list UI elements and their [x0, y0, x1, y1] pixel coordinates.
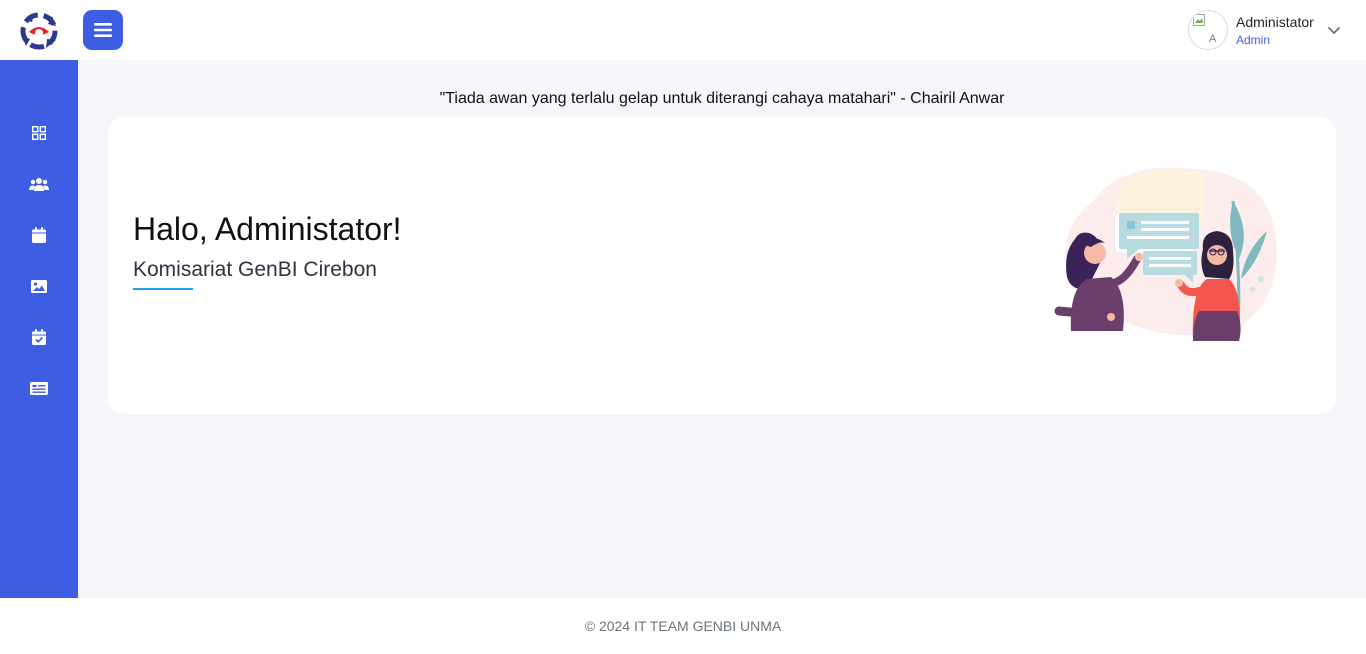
avatar[interactable]: A [1188, 10, 1228, 50]
user-role: Admin [1236, 32, 1271, 47]
genbi-logo-icon[interactable] [16, 8, 62, 54]
sidebar [0, 60, 78, 598]
footer-copyright: © 2024 IT TEAM GENBI UNMA [584, 618, 782, 634]
title-underline [133, 288, 193, 290]
sidebar-item-members[interactable] [29, 174, 49, 194]
avatar-alt-text: A [1209, 33, 1217, 45]
sidebar-item-news[interactable] [29, 378, 49, 398]
greeting-heading: Halo, Administator! [133, 211, 402, 247]
footer: © 2024 IT TEAM GENBI UNMA [0, 598, 1366, 654]
dashboard-grid-icon [32, 126, 46, 140]
organization-subtitle: Komisariat GenBI Cirebon [133, 258, 377, 281]
conversation-illustration [1054, 167, 1277, 341]
sidebar-item-gallery[interactable] [29, 276, 49, 296]
sidebar-item-calendar[interactable] [29, 225, 49, 245]
sidebar-item-events[interactable] [29, 327, 49, 347]
top-header: A Administator Admin [0, 0, 1366, 60]
menu-toggle-button[interactable] [83, 10, 123, 50]
image-icon [31, 279, 47, 293]
welcome-card: Halo, Administator! Komisariat GenBI Cir… [108, 117, 1336, 414]
users-icon [29, 178, 49, 191]
news-card-icon [30, 381, 48, 395]
hamburger-icon [94, 23, 112, 37]
broken-image-icon [1193, 14, 1205, 26]
quote-text: "Tiada awan yang terlalu gelap untuk dit… [439, 90, 1005, 107]
chevron-down-icon[interactable] [1327, 27, 1340, 35]
calendar-icon [32, 227, 46, 243]
sidebar-item-dashboard[interactable] [29, 123, 49, 143]
calendar-check-icon [32, 329, 46, 345]
user-menu[interactable]: A Administator Admin [1188, 10, 1340, 50]
user-name: Administator [1236, 13, 1314, 30]
